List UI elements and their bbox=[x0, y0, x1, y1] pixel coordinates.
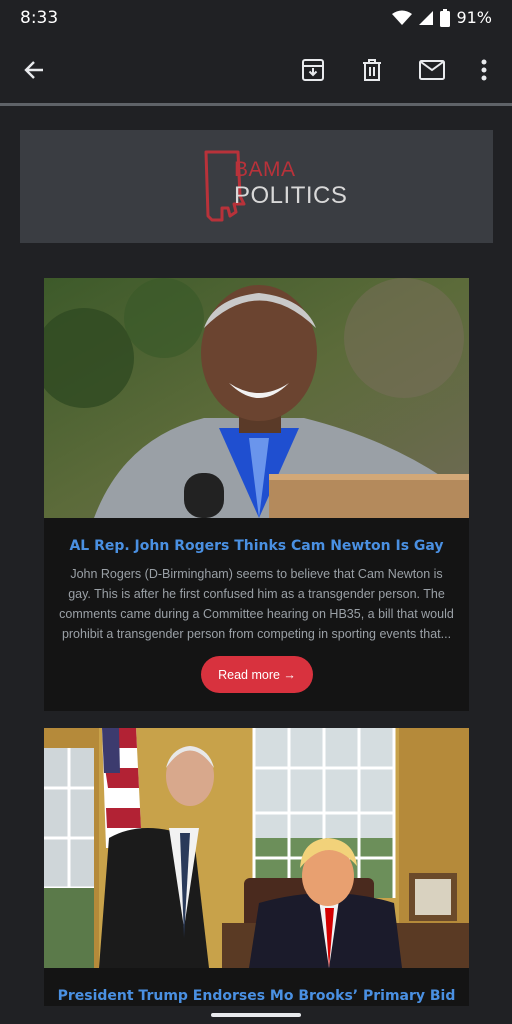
read-more-button[interactable]: Read more → bbox=[201, 656, 313, 693]
speaker-photo bbox=[44, 278, 469, 518]
email-body[interactable]: BAMA POLITICS AL Rep. John Rogers Thinks… bbox=[0, 106, 512, 1024]
article-card: AL Rep. John Rogers Thinks Cam Newton Is… bbox=[44, 278, 469, 711]
gesture-nav-bar bbox=[0, 1006, 512, 1024]
home-gesture-handle[interactable] bbox=[211, 1013, 301, 1017]
more-vert-icon bbox=[481, 59, 487, 81]
article-excerpt: John Rogers (D-Birmingham) seems to beli… bbox=[59, 567, 454, 641]
article-title-link[interactable]: President Trump Endorses Mo Brooks’ Prim… bbox=[44, 988, 469, 1004]
article-image[interactable] bbox=[44, 278, 469, 518]
archive-button[interactable] bbox=[295, 52, 331, 88]
delete-button[interactable] bbox=[354, 52, 390, 88]
bama-politics-logo[interactable]: BAMA POLITICS bbox=[202, 148, 347, 224]
archive-icon bbox=[302, 59, 324, 81]
battery-icon bbox=[440, 8, 451, 27]
arrow-back-icon bbox=[24, 61, 43, 79]
battery-percent: 91% bbox=[456, 8, 492, 27]
brand-word-bama: BAMA bbox=[234, 158, 296, 181]
article-image[interactable] bbox=[44, 728, 469, 968]
brand-word-politics: POLITICS bbox=[234, 182, 348, 209]
mark-unread-button[interactable] bbox=[414, 52, 450, 88]
status-icons: 91% bbox=[392, 8, 492, 27]
email-toolbar bbox=[0, 36, 512, 104]
wifi-icon bbox=[392, 10, 413, 25]
mail-icon bbox=[419, 60, 445, 80]
newsletter-header: BAMA POLITICS bbox=[20, 130, 493, 243]
article-card: President Trump Endorses Mo Brooks’ Prim… bbox=[44, 728, 469, 1024]
cellular-signal-icon bbox=[419, 10, 434, 25]
back-button[interactable] bbox=[16, 52, 52, 88]
trash-icon bbox=[363, 59, 381, 81]
oval-office-photo bbox=[44, 728, 469, 968]
article-title-link[interactable]: AL Rep. John Rogers Thinks Cam Newton Is… bbox=[44, 538, 469, 554]
status-bar: 8:33 91% bbox=[0, 0, 512, 36]
status-time: 8:33 bbox=[20, 8, 59, 28]
more-options-button[interactable] bbox=[466, 52, 502, 88]
